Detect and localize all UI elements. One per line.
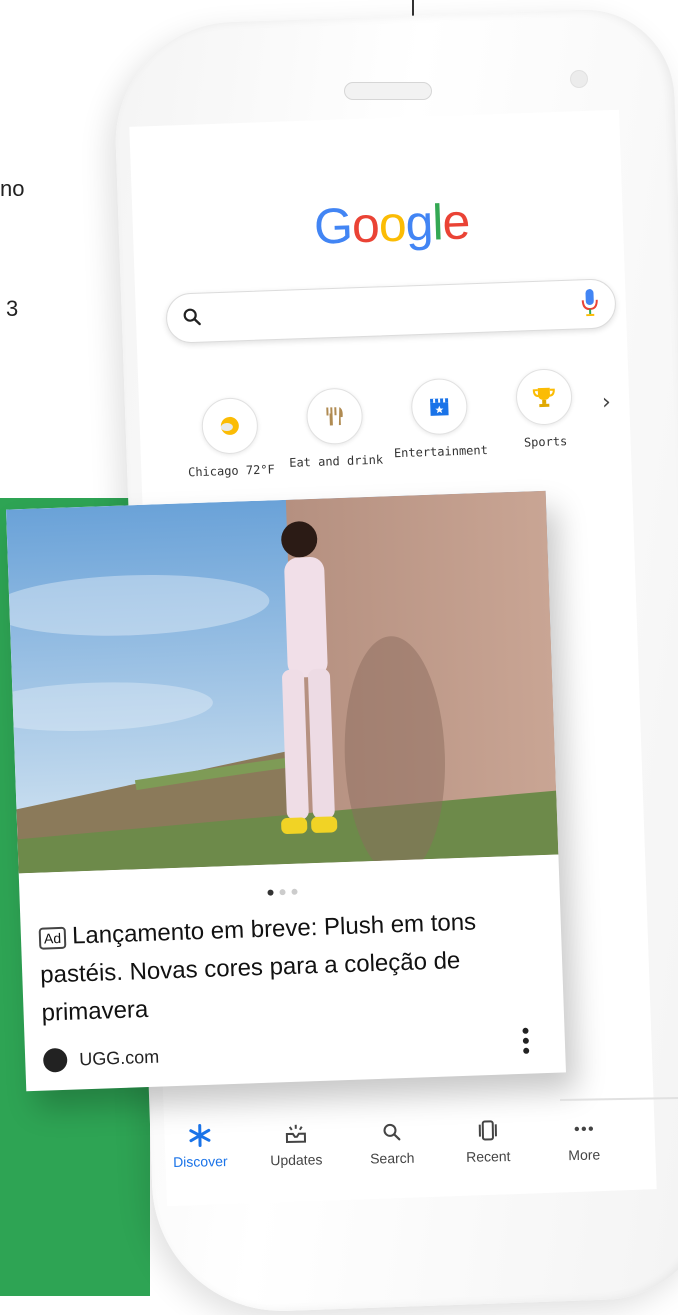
tile-label: Chicago 72°F [181,462,281,479]
logo-letter: o [351,195,380,254]
tile-label: Eat and drink [286,453,386,470]
ad-source[interactable]: UGG.com [43,1045,160,1073]
pager-dot [279,889,285,895]
updates-icon [256,1119,336,1148]
nav-label: Updates [256,1151,336,1168]
speaker-grille [344,82,432,100]
tile-entertainment[interactable]: Entertainment [388,377,491,460]
nav-label: Search [352,1149,432,1166]
ad-image [6,491,558,874]
ad-title[interactable]: AdLançamento em breve: Plush em tons pas… [38,901,542,1032]
logo-letter: o [378,195,407,254]
ad-badge: Ad [39,926,67,949]
front-camera [570,70,588,88]
logo-letter: G [313,196,353,255]
more-vert-icon[interactable] [520,1024,531,1060]
ad-card[interactable]: AdLançamento em breve: Plush em tons pas… [6,491,566,1091]
source-logo-icon [43,1048,68,1073]
asterisk-icon [160,1121,240,1150]
nav-search[interactable]: Search [352,1117,433,1166]
source-name: UGG.com [79,1046,160,1070]
logo-letter: g [405,194,434,253]
nav-updates[interactable]: Updates [256,1119,337,1168]
logo-letter: e [441,192,470,251]
tile-eat-and-drink[interactable]: Eat and drink [284,387,387,470]
clipped-text: no [0,176,24,202]
tile-weather[interactable]: Chicago 72°F [179,396,282,479]
tile-label: Sports [495,433,595,450]
chevron-right-icon[interactable]: › [602,390,612,415]
search-icon [352,1117,432,1146]
shortcut-tiles: Chicago 72°F Eat and drink Entertainment [178,364,622,489]
nav-more[interactable]: More [544,1114,625,1163]
ad-title-text: Lançamento em breve: Plush em tons pasté… [40,908,477,1026]
bottom-nav: Discover Updates Search [159,1096,640,1184]
weather-icon [201,397,259,455]
google-logo: Google [313,192,470,255]
fork-knife-icon [306,387,364,445]
more-horiz-icon [544,1114,624,1143]
mic-icon[interactable] [580,288,599,319]
top-line [412,0,414,16]
nav-label: Recent [448,1148,528,1165]
tile-label: Entertainment [391,443,491,460]
recent-icon [448,1116,528,1145]
pager-dot [267,889,273,895]
nav-label: Discover [160,1153,240,1170]
pager-dot [291,889,297,895]
search-icon [181,306,204,329]
clapperboard-icon [410,378,468,436]
clipped-text: 3 [6,296,18,322]
trophy-icon [515,368,573,426]
nav-label: More [544,1146,624,1163]
nav-discover[interactable]: Discover [160,1121,241,1170]
tile-sports[interactable]: Sports [493,367,596,450]
nav-recent[interactable]: Recent [448,1116,529,1165]
pager-dots [267,879,304,899]
